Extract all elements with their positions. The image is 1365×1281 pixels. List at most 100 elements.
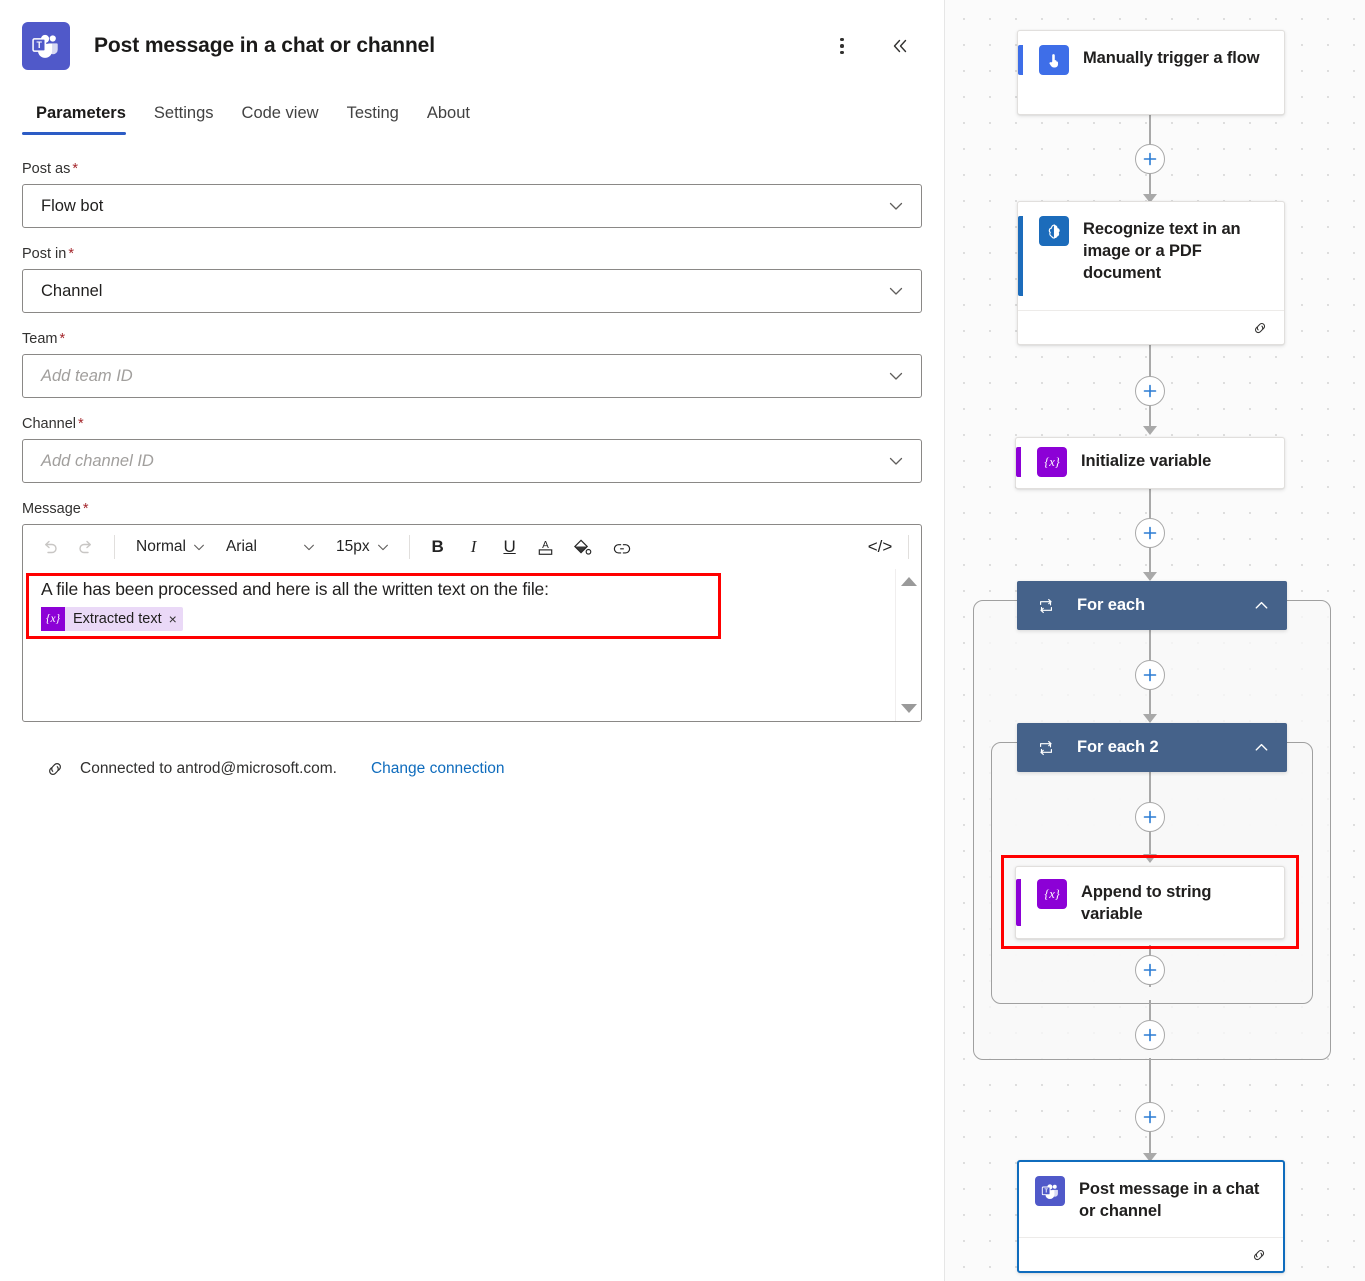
chevron-double-left-icon (890, 36, 910, 56)
field-message: Message* (22, 501, 922, 722)
channel-select[interactable]: Add channel ID (22, 439, 922, 483)
node-title: Post message in a chat or channel (1079, 1176, 1271, 1223)
chevron-up-icon[interactable] (1252, 738, 1271, 757)
tab-settings[interactable]: Settings (140, 98, 228, 135)
redo-button[interactable] (69, 531, 103, 563)
variable-icon: {x} (1037, 879, 1067, 909)
editor-body: A file has been processed and here is al… (23, 569, 921, 721)
scroll-up-icon[interactable] (901, 577, 917, 586)
tab-code-view[interactable]: Code view (228, 98, 333, 135)
node-manually-trigger-a-flow[interactable]: Manually trigger a flow (1017, 30, 1285, 115)
dynamic-content-token[interactable]: {x} Extracted text × (41, 607, 183, 631)
post-in-select[interactable]: Channel (22, 269, 922, 313)
node-title: Initialize variable (1081, 451, 1211, 473)
font-color-icon: A (535, 537, 556, 558)
more-actions-icon (840, 38, 844, 55)
arrowhead (1143, 426, 1157, 435)
message-input[interactable]: A file has been processed and here is al… (23, 569, 895, 721)
tab-about[interactable]: About (413, 98, 484, 135)
node-recognize-text-in-an-image-or-a-pdf-document[interactable]: Recognize text in an image or a PDF docu… (1017, 201, 1285, 345)
required-marker: * (68, 246, 74, 262)
label-text: Team (22, 331, 57, 347)
node-append-to-string-variable[interactable]: {x} Append to string variable (1015, 866, 1285, 939)
label-message: Message* (22, 501, 922, 517)
underline-button[interactable]: U (493, 531, 527, 563)
flow-canvas[interactable]: Manually trigger a flow Recognize text i… (945, 0, 1365, 1281)
loop-header-for-each[interactable]: For each (1017, 581, 1287, 630)
font-size-dropdown[interactable]: 15px (326, 531, 398, 563)
svg-text:T: T (36, 40, 42, 50)
node-accent-bar (1016, 879, 1021, 926)
tab-parameters[interactable]: Parameters (22, 98, 140, 135)
arrowhead (1143, 714, 1157, 723)
code-view-button[interactable]: </> (863, 531, 897, 563)
team-value: Add team ID (41, 367, 133, 386)
add-step-button[interactable] (1135, 1020, 1165, 1050)
bold-button[interactable]: B (421, 531, 455, 563)
paragraph-style-dropdown[interactable]: Normal (126, 531, 214, 563)
message-scrollbar[interactable] (895, 569, 921, 721)
change-connection-link[interactable]: Change connection (371, 760, 505, 778)
post-as-select[interactable]: Flow bot (22, 184, 922, 228)
node-title: Recognize text in an image or a PDF docu… (1083, 216, 1272, 285)
connection-icon[interactable] (1249, 1245, 1269, 1265)
loop-header-for-each-2[interactable]: For each 2 (1017, 723, 1287, 772)
undo-button[interactable] (33, 531, 67, 563)
remove-token-icon[interactable]: × (169, 611, 177, 627)
insert-link-button[interactable] (605, 531, 639, 563)
add-step-button[interactable] (1135, 144, 1165, 174)
node-initialize-variable[interactable]: {x} Initialize variable (1015, 437, 1285, 489)
add-step-button[interactable] (1135, 1102, 1165, 1132)
add-step-button[interactable] (1135, 660, 1165, 690)
connection-icon[interactable] (1250, 318, 1270, 338)
label-post-as: Post as* (22, 161, 922, 177)
required-marker: * (72, 161, 78, 177)
node-post-message-in-a-chat-or-channel[interactable]: T Post message in a chat or channel (1017, 1160, 1285, 1273)
highlight-button[interactable] (565, 531, 599, 563)
message-text: A file has been processed and here is al… (23, 569, 895, 601)
flow-designer: T Post message in a chat or channel Para… (0, 0, 1365, 1281)
italic-button[interactable]: I (457, 531, 491, 563)
action-details-panel: T Post message in a chat or channel Para… (0, 0, 945, 1281)
plus-icon (1142, 1027, 1158, 1043)
chevron-down-icon (376, 540, 390, 554)
chevron-up-icon[interactable] (1252, 596, 1271, 615)
chevron-down-icon (302, 540, 316, 554)
header-actions (826, 30, 922, 62)
add-step-button[interactable] (1135, 955, 1165, 985)
chevron-down-icon (887, 197, 905, 215)
add-step-button[interactable] (1135, 376, 1165, 406)
label-channel: Channel* (22, 416, 922, 432)
tab-testing[interactable]: Testing (333, 98, 413, 135)
toolbar-divider (908, 535, 909, 559)
team-select[interactable]: Add team ID (22, 354, 922, 398)
font-color-button[interactable]: A (529, 531, 563, 563)
plus-icon (1142, 525, 1158, 541)
plus-icon (1142, 151, 1158, 167)
teams-icon: T (22, 22, 70, 70)
field-post-as: Post as* Flow bot (22, 161, 922, 228)
node-body: {x} Initialize variable (1016, 438, 1284, 486)
add-step-button[interactable] (1135, 802, 1165, 832)
arrowhead (1143, 572, 1157, 581)
ai-builder-icon (1039, 216, 1069, 246)
node-body: Manually trigger a flow (1018, 31, 1284, 89)
chevron-down-icon (192, 540, 206, 554)
node-title: Manually trigger a flow (1083, 45, 1259, 70)
add-step-button[interactable] (1135, 518, 1165, 548)
field-channel: Channel* Add channel ID (22, 416, 922, 483)
chevron-down-icon (887, 282, 905, 300)
more-actions-button[interactable] (826, 30, 858, 62)
scroll-down-icon[interactable] (901, 704, 917, 713)
plus-icon (1142, 809, 1158, 825)
collapse-panel-button[interactable] (884, 30, 916, 62)
required-marker: * (59, 331, 65, 347)
plus-icon (1142, 383, 1158, 399)
node-accent-bar (1018, 216, 1023, 296)
teams-icon: T (1035, 1176, 1065, 1206)
required-marker: * (78, 416, 84, 432)
paragraph-style-value: Normal (136, 538, 186, 556)
font-family-dropdown[interactable]: Arial (216, 531, 324, 563)
node-body: T Post message in a chat or channel (1019, 1162, 1283, 1237)
loop-icon (1037, 739, 1055, 757)
